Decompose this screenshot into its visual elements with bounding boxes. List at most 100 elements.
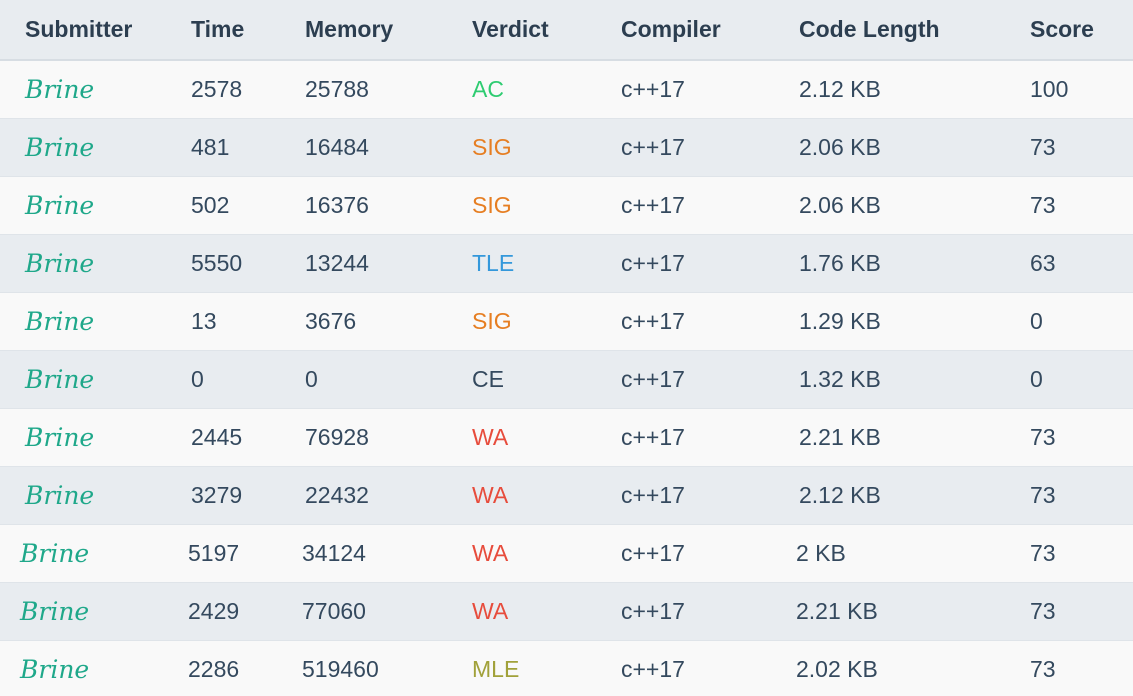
memory-cell: 22432: [305, 465, 472, 524]
time-cell: 2445: [191, 407, 305, 466]
verdict-label[interactable]: TLE: [472, 250, 514, 276]
submitter-link[interactable]: Brine: [20, 597, 89, 626]
time-cell: 2286: [188, 639, 305, 696]
score-cell: 63: [1030, 233, 1133, 292]
table-row[interactable]: Brine 2445 76928 WA c++17 2.21 KB 73: [0, 407, 1133, 466]
compiler-cell: c++17: [621, 581, 799, 640]
submitter-link[interactable]: Brine: [25, 365, 94, 394]
verdict-cell: MLE: [472, 639, 621, 696]
verdict-cell: SIG: [472, 117, 621, 176]
compiler-cell: c++17: [621, 465, 799, 524]
verdict-cell: WA: [472, 465, 621, 524]
memory-cell: 25788: [305, 59, 472, 118]
verdict-cell: SIG: [472, 291, 621, 350]
time-cell: 481: [191, 117, 305, 176]
verdict-label[interactable]: CE: [472, 366, 504, 392]
code-length-cell: 1.29 KB: [799, 291, 1030, 350]
table-row[interactable]: Brine 481 16484 SIG c++17 2.06 KB 73: [0, 117, 1133, 176]
submitter-cell: Brine: [0, 59, 191, 118]
compiler-cell: c++17: [621, 523, 799, 582]
code-length-cell: 2.02 KB: [796, 639, 1030, 696]
code-length-cell: 2.12 KB: [799, 465, 1030, 524]
table-row[interactable]: Brine 5197 34124 WA c++17 2 KB 73: [0, 523, 1133, 582]
compiler-cell: c++17: [621, 117, 799, 176]
code-length-cell: 2.12 KB: [799, 59, 1030, 118]
column-header-time[interactable]: Time: [191, 0, 305, 61]
score-cell: 73: [1030, 407, 1133, 466]
memory-cell: 16484: [305, 117, 472, 176]
memory-cell: 519460: [302, 639, 472, 696]
time-cell: 5550: [191, 233, 305, 292]
compiler-cell: c++17: [621, 407, 799, 466]
table-row[interactable]: Brine 2429 77060 WA c++17 2.21 KB 73: [0, 581, 1133, 640]
submitter-link[interactable]: Brine: [25, 75, 94, 104]
memory-cell: 0: [305, 349, 472, 408]
verdict-label[interactable]: SIG: [472, 308, 512, 334]
verdict-label[interactable]: WA: [472, 482, 508, 508]
verdict-label[interactable]: WA: [472, 424, 508, 450]
table-row[interactable]: Brine 0 0 CE c++17 1.32 KB 0: [0, 349, 1133, 408]
verdict-label[interactable]: WA: [472, 598, 508, 624]
code-length-cell: 2.21 KB: [799, 407, 1030, 466]
table-row[interactable]: Brine 13 3676 SIG c++17 1.29 KB 0: [0, 291, 1133, 350]
submitter-link[interactable]: Brine: [25, 249, 94, 278]
submitter-cell: Brine: [0, 233, 191, 292]
memory-cell: 76928: [305, 407, 472, 466]
time-cell: 2429: [188, 581, 305, 640]
verdict-label[interactable]: MLE: [472, 656, 519, 682]
verdict-cell: SIG: [472, 175, 621, 234]
submitter-link[interactable]: Brine: [20, 539, 89, 568]
code-length-cell: 1.32 KB: [799, 349, 1030, 408]
table-row[interactable]: Brine 2578 25788 AC c++17 2.12 KB 100: [0, 59, 1133, 118]
score-cell: 0: [1030, 349, 1133, 408]
compiler-cell: c++17: [621, 639, 799, 696]
score-cell: 73: [1030, 117, 1133, 176]
submitter-cell: Brine: [0, 117, 191, 176]
time-cell: 13: [191, 291, 305, 350]
verdict-label[interactable]: SIG: [472, 192, 512, 218]
column-header-submitter[interactable]: Submitter: [0, 0, 191, 61]
column-header-compiler[interactable]: Compiler: [621, 0, 799, 61]
table-header-row: Submitter Time Memory Verdict Compiler C…: [0, 0, 1133, 61]
table-row[interactable]: Brine 3279 22432 WA c++17 2.12 KB 73: [0, 465, 1133, 524]
verdict-label[interactable]: WA: [472, 540, 508, 566]
memory-cell: 16376: [305, 175, 472, 234]
table-row[interactable]: Brine 5550 13244 TLE c++17 1.76 KB 63: [0, 233, 1133, 292]
submitter-link[interactable]: Brine: [25, 481, 94, 510]
column-header-score[interactable]: Score: [1030, 0, 1133, 61]
memory-cell: 13244: [305, 233, 472, 292]
submitter-link[interactable]: Brine: [25, 133, 94, 162]
submitter-link[interactable]: Brine: [20, 655, 89, 684]
verdict-cell: AC: [472, 59, 621, 118]
compiler-cell: c++17: [621, 59, 799, 118]
time-cell: 502: [191, 175, 305, 234]
time-cell: 2578: [191, 59, 305, 118]
column-header-verdict[interactable]: Verdict: [472, 0, 621, 61]
submitter-cell: Brine: [0, 291, 191, 350]
submitter-link[interactable]: Brine: [25, 191, 94, 220]
compiler-cell: c++17: [621, 175, 799, 234]
submitter-cell: Brine: [0, 523, 191, 582]
verdict-cell: TLE: [472, 233, 621, 292]
code-length-cell: 2 KB: [796, 523, 1030, 582]
column-header-code-length[interactable]: Code Length: [799, 0, 1030, 61]
memory-cell: 34124: [302, 523, 472, 582]
submissions-table: Submitter Time Memory Verdict Compiler C…: [0, 0, 1133, 696]
verdict-label[interactable]: SIG: [472, 134, 512, 160]
code-length-cell: 2.06 KB: [799, 117, 1030, 176]
score-cell: 73: [1030, 175, 1133, 234]
table-row[interactable]: Brine 502 16376 SIG c++17 2.06 KB 73: [0, 175, 1133, 234]
verdict-cell: WA: [472, 581, 621, 640]
code-length-cell: 2.06 KB: [799, 175, 1030, 234]
memory-cell: 3676: [305, 291, 472, 350]
score-cell: 73: [1030, 523, 1133, 582]
verdict-label[interactable]: AC: [472, 76, 504, 102]
score-cell: 73: [1030, 581, 1133, 640]
score-cell: 73: [1030, 465, 1133, 524]
submitter-link[interactable]: Brine: [25, 307, 94, 336]
submitter-link[interactable]: Brine: [25, 423, 94, 452]
submissions-table-body: Brine 2578 25788 AC c++17 2.12 KB 100 Brine 481 1…: [0, 59, 1133, 696]
submitter-cell: Brine: [0, 349, 191, 408]
column-header-memory[interactable]: Memory: [305, 0, 472, 61]
table-row[interactable]: Brine 2286 519460 MLE c++17 2.02 KB 73: [0, 639, 1133, 696]
